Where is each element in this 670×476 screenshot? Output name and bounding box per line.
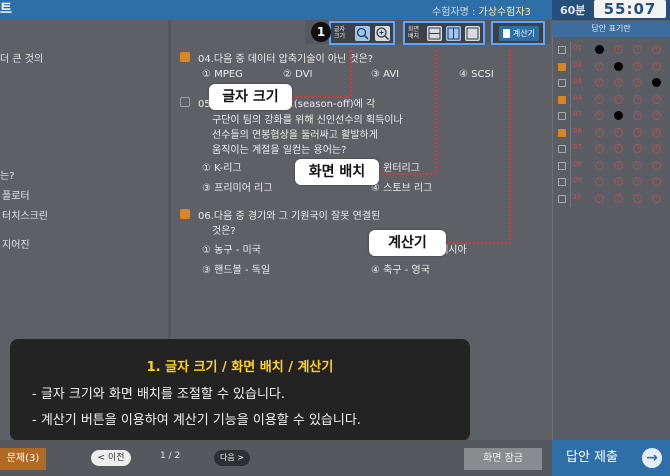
prev-page-button[interactable]: < 이전 — [91, 450, 131, 466]
instruction-line: - 글자 크기와 화면 배치를 조절할 수 있습니다. — [32, 387, 286, 402]
calculator-callout-line — [446, 50, 511, 244]
font-size-callout: 글자 크기 — [209, 84, 292, 110]
font-size-callout-line — [292, 50, 352, 98]
page-indicator: 1 / 2 — [160, 451, 181, 461]
instruction-title: 1. 글자 크기 / 화면 배치 / 계산기 — [146, 360, 334, 375]
instruction-panel: 1. 글자 크기 / 화면 배치 / 계산기 - 글자 크기와 화면 배치를 조… — [10, 339, 470, 441]
screen-lock-button[interactable]: 화면 잠금 — [464, 448, 542, 470]
next-page-button[interactable]: 다음 > — [214, 450, 250, 466]
submit-label: 답안 제출 — [566, 450, 618, 465]
calculator-callout: 계산기 — [369, 230, 446, 256]
layout-callout: 화면 배치 — [295, 159, 379, 185]
instruction-line: - 계산기 버튼을 이용하여 계산기 기능을 이용할 수 있습니다. — [32, 413, 361, 428]
layout-callout-line — [378, 50, 437, 175]
submit-answers-button[interactable]: 답안 제출 → — [552, 440, 670, 476]
arrow-right-icon: → — [642, 448, 662, 468]
problems-button[interactable]: 문제(3) — [0, 448, 46, 470]
